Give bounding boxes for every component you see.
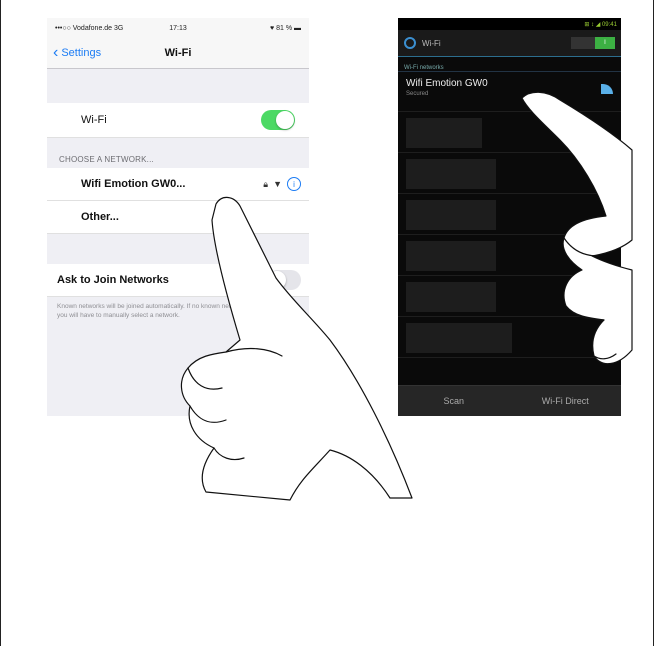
hand-illustration xyxy=(180,91,633,501)
